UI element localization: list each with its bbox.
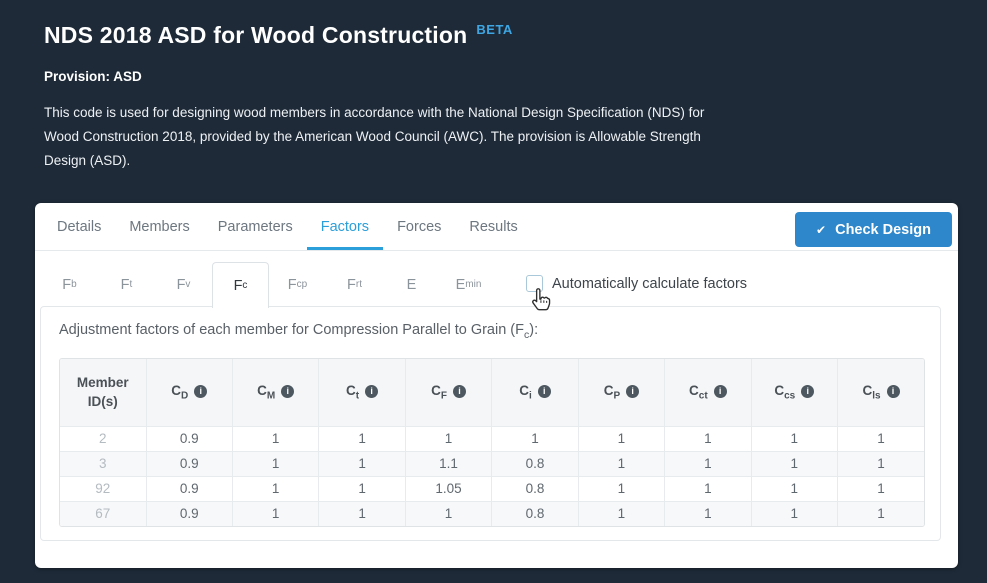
auto-calc-row: Automatically calculate factors (526, 275, 747, 292)
column-header-cm: CMi (232, 359, 318, 426)
factor-cell[interactable]: 1 (665, 451, 751, 476)
info-icon[interactable]: i (801, 385, 814, 398)
check-design-label: Check Design (835, 222, 931, 238)
factor-cell[interactable]: 1 (578, 501, 664, 526)
design-card: DetailsMembersParametersFactorsForcesRes… (35, 203, 958, 568)
factor-cell[interactable]: 0.8 (492, 476, 578, 501)
column-header-cd: CDi (146, 359, 232, 426)
factor-cell[interactable]: 1 (405, 501, 491, 526)
column-header-cls: Clsi (838, 359, 925, 426)
factor-cell[interactable]: 1 (232, 476, 318, 501)
subtab-fb[interactable]: Fb (41, 262, 98, 307)
code-description: This code is used for designing wood mem… (44, 101, 716, 173)
info-icon[interactable]: i (365, 385, 378, 398)
member-id-header: MemberID(s) (60, 359, 146, 426)
factor-cell[interactable]: 1 (665, 426, 751, 451)
auto-calc-label[interactable]: Automatically calculate factors (552, 276, 747, 292)
member-id-cell: 67 (60, 501, 146, 526)
column-header-ci: Cii (492, 359, 578, 426)
info-icon[interactable]: i (714, 385, 727, 398)
page-title: NDS 2018 ASD for Wood ConstructionBETA (44, 22, 513, 49)
factor-cell[interactable]: 1 (232, 501, 318, 526)
tab-parameters[interactable]: Parameters (204, 203, 307, 250)
app-background: { "colors": { "background": "#1e2a38", "… (0, 0, 987, 583)
subtab-emin[interactable]: Emin (440, 262, 497, 307)
factor-cell[interactable]: 1 (319, 501, 405, 526)
auto-calc-checkbox[interactable] (526, 275, 543, 292)
factor-cell[interactable]: 1 (838, 501, 925, 526)
factor-cell[interactable]: 1 (665, 476, 751, 501)
info-icon[interactable]: i (194, 385, 207, 398)
member-id-cell: 2 (60, 426, 146, 451)
factor-cell[interactable]: 1 (578, 426, 664, 451)
subtab-fcp[interactable]: Fcp (269, 262, 326, 307)
info-icon[interactable]: i (626, 385, 639, 398)
factor-cell[interactable]: 1 (319, 426, 405, 451)
tab-members[interactable]: Members (115, 203, 203, 250)
tab-forces[interactable]: Forces (383, 203, 455, 250)
tab-factors[interactable]: Factors (307, 203, 383, 250)
check-icon: ✔ (816, 223, 826, 237)
factors-panel: Adjustment factors of each member for Co… (40, 306, 941, 541)
factor-cell[interactable]: 0.9 (146, 451, 232, 476)
table-row: 20.911111111 (60, 426, 924, 451)
factor-cell[interactable]: 1 (232, 451, 318, 476)
provision-label: Provision: ASD (44, 69, 142, 84)
factor-cell[interactable]: 1 (405, 426, 491, 451)
info-icon[interactable]: i (453, 385, 466, 398)
factor-cell[interactable]: 1 (751, 451, 837, 476)
factor-cell[interactable]: 0.9 (146, 501, 232, 526)
factor-cell[interactable]: 0.8 (492, 501, 578, 526)
factor-cell[interactable]: 1.1 (405, 451, 491, 476)
factor-cell[interactable]: 0.9 (146, 426, 232, 451)
factor-cell[interactable]: 1 (319, 451, 405, 476)
factor-cell[interactable]: 1 (751, 501, 837, 526)
column-header-cp: CPi (578, 359, 664, 426)
factors-table: MemberID(s)CDiCMiCtiCFiCiiCPiCctiCcsiCls… (60, 359, 924, 526)
table-header-row: MemberID(s)CDiCMiCtiCFiCiiCPiCctiCcsiCls… (60, 359, 924, 426)
factor-cell[interactable]: 1 (838, 426, 925, 451)
table-row: 30.9111.10.81111 (60, 451, 924, 476)
beta-badge: BETA (476, 22, 512, 37)
info-icon[interactable]: i (538, 385, 551, 398)
column-header-cf: CFi (405, 359, 491, 426)
tab-results[interactable]: Results (455, 203, 531, 250)
factor-cell[interactable]: 1 (232, 426, 318, 451)
panel-caption: Adjustment factors of each member for Co… (59, 322, 538, 341)
factor-cell[interactable]: 0.9 (146, 476, 232, 501)
subtab-fc[interactable]: Fc (212, 262, 269, 308)
factor-subtabs: FbFtFvFcFcpFrtEEmin (41, 262, 497, 308)
factor-cell[interactable]: 1 (751, 476, 837, 501)
member-id-cell: 3 (60, 451, 146, 476)
factor-cell[interactable]: 1 (838, 476, 925, 501)
column-header-cct: Ccti (665, 359, 751, 426)
info-icon[interactable]: i (281, 385, 294, 398)
factor-cell[interactable]: 1 (665, 501, 751, 526)
subtab-frt[interactable]: Frt (326, 262, 383, 307)
table-row: 670.91110.81111 (60, 501, 924, 526)
column-header-ccs: Ccsi (751, 359, 837, 426)
factor-cell[interactable]: 1 (319, 476, 405, 501)
factor-cell[interactable]: 1 (492, 426, 578, 451)
info-icon[interactable]: i (887, 385, 900, 398)
factor-cell[interactable]: 1 (751, 426, 837, 451)
subtab-e[interactable]: E (383, 262, 440, 307)
column-header-ct: Cti (319, 359, 405, 426)
factor-cell[interactable]: 0.8 (492, 451, 578, 476)
member-id-cell: 92 (60, 476, 146, 501)
table-row: 920.9111.050.81111 (60, 476, 924, 501)
factor-cell[interactable]: 1 (578, 451, 664, 476)
factor-cell[interactable]: 1.05 (405, 476, 491, 501)
factor-cell[interactable]: 1 (838, 451, 925, 476)
check-design-button[interactable]: ✔ Check Design (795, 212, 952, 247)
tab-details[interactable]: Details (43, 203, 115, 250)
subtab-fv[interactable]: Fv (155, 262, 212, 307)
factor-cell[interactable]: 1 (578, 476, 664, 501)
factors-table-wrapper: MemberID(s)CDiCMiCtiCFiCiiCPiCctiCcsiCls… (59, 358, 925, 527)
subtab-ft[interactable]: Ft (98, 262, 155, 307)
